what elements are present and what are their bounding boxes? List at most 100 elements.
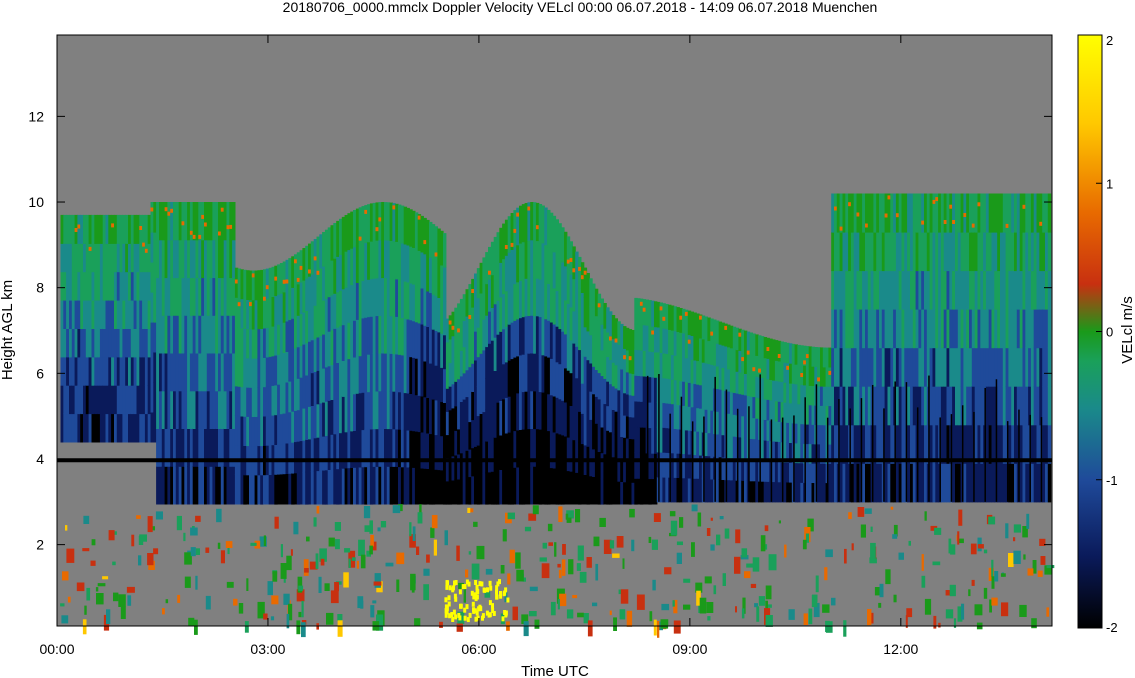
low-echo-cell xyxy=(991,576,995,589)
cloud-cell xyxy=(929,386,933,426)
cloud-speckle xyxy=(766,347,770,351)
low-echo-cell xyxy=(752,557,760,572)
cloud-cell xyxy=(530,315,534,354)
cloud-cell xyxy=(907,424,911,464)
updraft-cell xyxy=(451,587,455,593)
cloud-cell xyxy=(220,353,225,392)
cloud-speckle xyxy=(1022,204,1026,209)
low-echo-cell xyxy=(768,554,777,571)
y-tick-label: 12 xyxy=(28,108,44,124)
low-echo-cell xyxy=(1013,550,1021,564)
low-echo-cell xyxy=(660,619,669,629)
low-echo-cell xyxy=(609,540,615,549)
cloud-cell xyxy=(88,413,92,443)
cloud-cell xyxy=(620,436,624,460)
cloud-cell xyxy=(729,325,734,349)
low-echo-cell xyxy=(512,606,518,621)
low-echo-cell xyxy=(938,622,941,628)
cloud-speckle xyxy=(724,325,728,330)
low-echo-cell xyxy=(670,520,678,536)
low-echo-cell xyxy=(76,582,85,592)
cloud-cell xyxy=(398,279,402,318)
cloud-speckle xyxy=(313,256,317,261)
low-echo-cell xyxy=(507,573,511,585)
updraft-cell xyxy=(481,613,485,619)
low-echo-cell xyxy=(263,535,266,546)
updraft-cell xyxy=(495,589,498,595)
cloud-speckle xyxy=(77,224,81,229)
cloud-cell xyxy=(552,395,557,433)
cloud-cell xyxy=(488,471,492,505)
cloud-speckle xyxy=(308,269,311,274)
low-echo-cell xyxy=(463,589,466,603)
cloud-cell xyxy=(752,333,756,356)
low-echo-cell xyxy=(396,552,405,565)
cloud-cell xyxy=(420,431,424,469)
low-echo-cell xyxy=(679,517,684,528)
y-tick-label: 2 xyxy=(36,537,44,553)
cloud-cell xyxy=(994,309,998,349)
cloud-speckle xyxy=(949,204,953,209)
low-echo-cell xyxy=(683,578,691,583)
low-echo-cell xyxy=(734,556,741,574)
y-tick-label: 10 xyxy=(28,194,44,210)
cloud-speckle xyxy=(74,228,78,232)
x-axis-label: Time UTC xyxy=(521,663,589,678)
low-echo-cell xyxy=(301,622,306,638)
low-echo-cell xyxy=(550,601,556,616)
low-echo-cell xyxy=(744,571,751,579)
low-echo-cell xyxy=(565,513,569,520)
low-echo-cell xyxy=(622,558,625,569)
cloud-cell xyxy=(66,356,70,386)
low-echo-cell xyxy=(190,547,196,557)
cloud-cell xyxy=(288,350,292,382)
cloud-cell xyxy=(530,390,534,429)
cloud-cell xyxy=(265,415,270,446)
low-echo-cell xyxy=(970,543,977,555)
cloud-cell xyxy=(620,391,624,415)
cloud-cell xyxy=(488,439,492,473)
cloud-cell xyxy=(243,474,247,505)
cloud-cell xyxy=(310,438,315,472)
low-echo-cell xyxy=(516,569,524,582)
cloud-speckle xyxy=(457,328,461,333)
low-echo-cell xyxy=(301,600,304,618)
cloud-speckle xyxy=(263,296,266,301)
cloud-speckle xyxy=(88,246,92,251)
cloud-speckle xyxy=(971,223,975,228)
cloud-cell xyxy=(620,458,624,482)
cloud-speckle xyxy=(181,221,185,226)
cloud-cell xyxy=(443,267,447,302)
low-echo-cell xyxy=(653,513,661,522)
cloud-cell xyxy=(530,239,534,279)
low-echo-cell xyxy=(293,521,299,535)
low-echo-cell xyxy=(67,596,71,603)
cloud-cell xyxy=(884,463,888,503)
low-echo-cell xyxy=(271,595,279,605)
updraft-cell xyxy=(488,580,492,586)
low-echo-cell xyxy=(226,581,234,588)
cloud-cell xyxy=(420,467,424,505)
cloud-cell xyxy=(662,303,666,329)
cloud-cell xyxy=(66,271,70,301)
updraft-cell xyxy=(447,601,451,607)
cloud-speckle xyxy=(699,315,702,320)
cloud-speckle xyxy=(192,234,196,239)
cloud-cell xyxy=(243,357,247,388)
cloud-cell xyxy=(929,463,933,503)
cloud-cell xyxy=(1047,232,1052,272)
cloud-cell xyxy=(575,409,579,442)
updraft-cell xyxy=(451,617,455,622)
cloud-cell xyxy=(530,277,534,316)
cloud-cell xyxy=(994,193,998,233)
cloud-cell xyxy=(375,277,379,317)
cloud-cell xyxy=(817,463,821,484)
low-echo-cell xyxy=(90,560,96,566)
low-echo-cell xyxy=(337,614,343,622)
cloud-cell xyxy=(198,466,202,505)
cloud-cell xyxy=(707,409,711,434)
low-echo-cell xyxy=(528,611,537,617)
low-echo-cell xyxy=(320,558,325,566)
cloud-cell xyxy=(642,427,647,454)
cloud-speckle xyxy=(423,240,427,245)
